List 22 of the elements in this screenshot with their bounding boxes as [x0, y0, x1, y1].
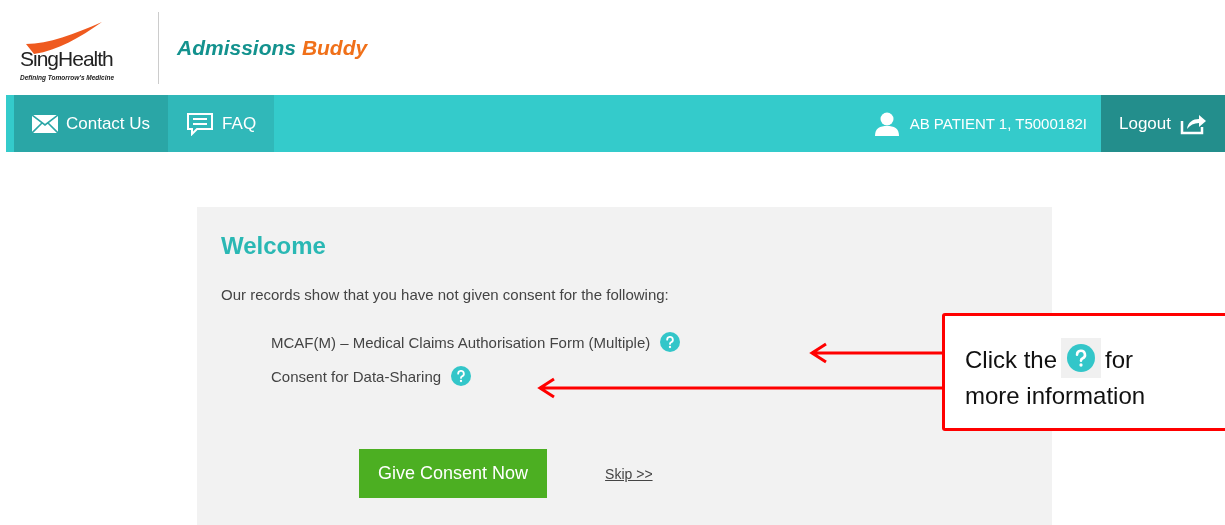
contact-us-link[interactable]: Contact Us [14, 95, 169, 152]
help-icon[interactable] [451, 366, 472, 386]
faq-link[interactable]: FAQ [168, 95, 275, 152]
app-title: Admissions Buddy [177, 35, 368, 60]
help-icon[interactable] [1067, 344, 1096, 372]
logout-button[interactable]: Logout [1101, 95, 1225, 152]
give-consent-button[interactable]: Give Consent Now [359, 449, 548, 498]
share-icon [1179, 112, 1207, 135]
user-icon [873, 111, 900, 136]
consent-item: Consent for Data-Sharing [271, 367, 442, 385]
help-icon[interactable] [660, 332, 681, 352]
welcome-heading: Welcome [221, 232, 327, 260]
consent-item: MCAF(M) – Medical Claims Authorisation Form (Multiple) [271, 333, 651, 351]
chat-icon [186, 111, 215, 136]
user-name: AB PATIENT 1, T5000182I [909, 115, 1087, 132]
skip-link[interactable]: Skip >> [605, 465, 653, 482]
brand-name: SingHealth [20, 48, 114, 70]
mail-icon [32, 114, 58, 133]
callout-text: for [1105, 346, 1134, 373]
callout-text: more information [965, 382, 1146, 409]
intro-text: Our records show that you have not given consent for the following: [221, 286, 670, 303]
callout-text: Click the [965, 346, 1058, 373]
